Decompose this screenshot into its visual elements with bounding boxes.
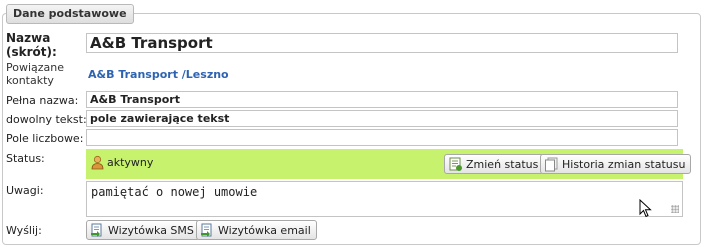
free-text-input[interactable]: pole zawierające tekst — [86, 110, 678, 127]
email-card-icon — [200, 223, 215, 238]
free-text-label: dowolny tekst: — [6, 113, 87, 126]
section-title: Dane podstawowe — [6, 4, 134, 24]
history-icon — [544, 157, 559, 172]
status-history-button[interactable]: Historia zmian statusu — [540, 154, 692, 174]
notes-value: pamiętać o nowej umowie — [91, 185, 258, 199]
full-name-input[interactable]: A&B Transport — [86, 91, 678, 108]
change-status-button[interactable]: Zmień status — [444, 154, 545, 174]
sms-card-icon — [90, 223, 105, 238]
number-field-label: Pole liczbowe: — [6, 132, 84, 145]
name-label: Nazwa (skrót): — [6, 31, 57, 59]
short-name-value: A&B Transport — [90, 34, 213, 52]
refresh-status-icon — [448, 157, 463, 172]
person-icon — [90, 155, 105, 170]
full-name-value: A&B Transport — [90, 93, 180, 106]
mouse-cursor-icon — [639, 199, 652, 218]
status-label: Status: — [6, 152, 45, 165]
status-bar: aktywny Zmień status Historia zmian stat… — [86, 149, 692, 179]
free-text-value: pole zawierające tekst — [90, 112, 230, 125]
notes-textarea[interactable]: pamiętać o nowej umowie — [86, 181, 683, 217]
number-field-input[interactable] — [86, 129, 678, 146]
status-value: aktywny — [90, 155, 153, 170]
sms-card-button[interactable]: Wizytówka SMS — [86, 220, 200, 240]
resize-grip-icon[interactable] — [671, 205, 679, 213]
notes-label: Uwagi: — [6, 184, 44, 197]
email-card-button[interactable]: Wizytówka email — [196, 220, 317, 240]
full-name-label: Pełna nazwa: — [6, 94, 79, 107]
related-contact-link[interactable]: A&B Transport /Leszno — [88, 68, 229, 81]
related-contacts-label: Powiązane kontakty — [6, 61, 65, 87]
short-name-input[interactable]: A&B Transport — [86, 33, 678, 53]
send-label: Wyślij: — [6, 224, 42, 237]
